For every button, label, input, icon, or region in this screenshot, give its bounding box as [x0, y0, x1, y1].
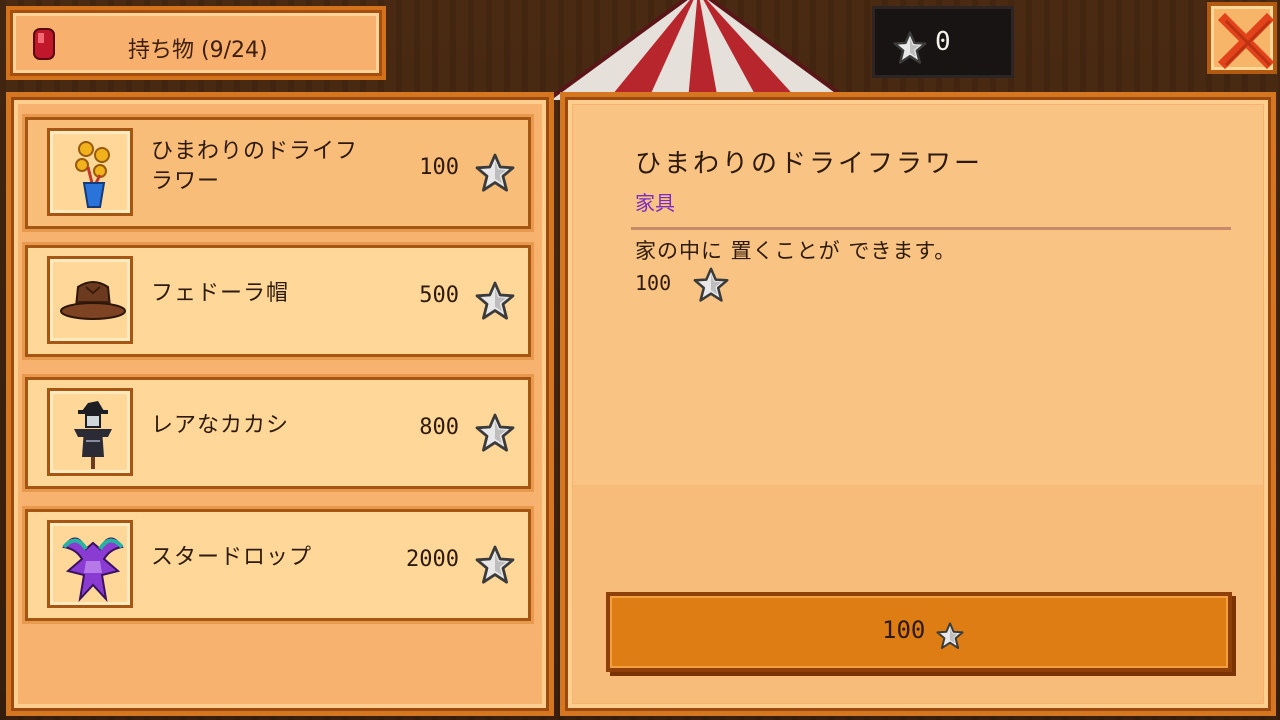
item-thumbnail [47, 388, 133, 476]
fedora-hat-icon [60, 281, 126, 320]
star-token-icon [936, 622, 964, 650]
star-token-icon [693, 267, 729, 303]
inventory-tab[interactable]: 持ち物 (9/24) [6, 6, 386, 80]
item-name: フェドーラ帽 [151, 281, 290, 306]
item-name: レアなカカシ [151, 413, 290, 438]
star-token-icon [475, 153, 515, 193]
close-x-icon [1217, 12, 1275, 70]
dried-sunflower-icon [75, 141, 110, 208]
star-token-count: 0 [935, 27, 951, 57]
star-token-counter: 0 [872, 6, 1014, 78]
item-price: 2000 [406, 547, 459, 572]
stardrop-icon [62, 537, 124, 603]
item-thumbnail [47, 256, 133, 344]
item-price: 500 [419, 283, 459, 308]
divider [631, 227, 1231, 230]
shop-item-fedora[interactable]: フェドーラ帽 500 [22, 242, 534, 360]
detail-title: ひまわりのドライフラワー [635, 149, 984, 179]
purchase-button[interactable]: 100 [606, 592, 1232, 672]
star-token-icon [475, 545, 515, 585]
close-button[interactable] [1207, 2, 1277, 74]
star-token-icon [893, 31, 927, 65]
circus-tent-icon [548, 0, 848, 100]
shop-item-dried-sunflower[interactable]: ひまわりのドライフラワー 100 [22, 114, 534, 232]
item-thumbnail [47, 128, 133, 216]
shop-item-stardrop[interactable]: スタードロップ 2000 [22, 506, 534, 624]
purchase-price: 100 [882, 616, 926, 644]
star-token-icon [475, 281, 515, 321]
rare-scarecrow-icon [74, 401, 112, 469]
item-price: 100 [419, 155, 459, 180]
item-price: 800 [419, 415, 459, 440]
star-token-icon [475, 413, 515, 453]
item-name: スタードロップ [151, 545, 313, 570]
item-name: ひまわりのドライフラワー [151, 139, 359, 194]
item-thumbnail [47, 520, 133, 608]
shop-item-rare-scarecrow[interactable]: レアなカカシ 800 [22, 374, 534, 492]
detail-category: 家具 [635, 191, 675, 215]
detail-price: 100 [635, 271, 672, 295]
ruby-gem-icon [33, 28, 55, 60]
inventory-label: 持ち物 (9/24) [128, 38, 268, 63]
detail-description: 家の中に 置くことが できます。 [635, 239, 957, 263]
